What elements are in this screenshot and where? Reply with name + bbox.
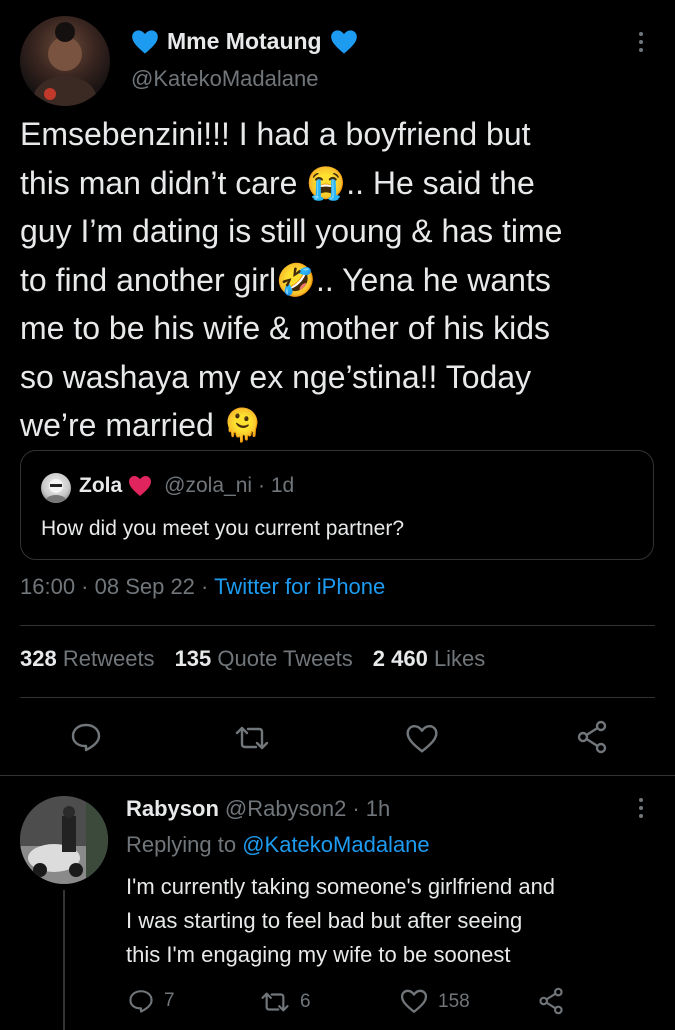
quote-time: · 1d — [258, 474, 295, 497]
likes-stat[interactable]: 2 460 Likes — [373, 646, 486, 672]
likes-label: Likes — [433, 646, 486, 671]
quoted-tweet-card[interactable]: Zola @zola_ni · 1d How did you meet you … — [20, 450, 654, 560]
author-avatar[interactable] — [20, 16, 110, 106]
retweets-label: Retweets — [62, 646, 155, 671]
reply-text: I'm currently taking someone's girlfrien… — [126, 874, 556, 967]
tweet-client-link[interactable]: Twitter for iPhone — [214, 574, 385, 599]
reply-action-reply[interactable]: 7 — [128, 988, 175, 1014]
replying-to-link[interactable]: @KatekoMadalane — [242, 832, 429, 857]
quotes-count: 135 — [174, 646, 212, 671]
reply-author-handle[interactable]: @Rabyson2 — [225, 796, 346, 822]
quote-author-handle: @zola_ni — [164, 474, 253, 497]
quote-author-name: Zola — [79, 474, 123, 497]
retweet-count: 6 — [300, 991, 311, 1012]
share-icon[interactable] — [538, 987, 564, 1015]
share-icon[interactable] — [576, 720, 608, 754]
author-name[interactable]: Mme Motaung — [167, 28, 322, 55]
divider — [20, 697, 655, 698]
quote-avatar[interactable] — [41, 473, 71, 503]
reply-author-avatar[interactable] — [20, 796, 108, 884]
retweets-count: 328 — [20, 646, 57, 671]
reply-author-name[interactable]: Rabyson — [126, 796, 219, 822]
quotes-label: Quote Tweets — [217, 646, 353, 671]
quote-tweets-stat[interactable]: 135 Quote Tweets — [175, 646, 353, 672]
tweet-timestamp: 16:00 · 08 Sep 22 · Twitter for iPhone — [20, 574, 385, 600]
author-handle[interactable]: @KatekoMadalane — [131, 66, 318, 92]
more-vertical-icon[interactable] — [637, 32, 645, 52]
divider — [20, 625, 655, 626]
divider — [0, 775, 675, 776]
retweet-icon[interactable] — [234, 724, 270, 752]
reply-action-retweet[interactable]: 6 — [260, 990, 311, 1014]
tweet-time: 16:00 · 08 Sep 22 · — [20, 574, 209, 599]
reply-count: 7 — [164, 990, 175, 1011]
more-vertical-icon[interactable] — [637, 798, 645, 818]
reply-time: · 1h — [352, 796, 391, 821]
replying-to-label: Replying to — [126, 832, 237, 857]
blue-heart-icon — [132, 29, 158, 54]
retweet-icon[interactable] — [260, 990, 290, 1014]
quote-text: How did you meet you current partner? — [41, 517, 405, 540]
thread-line — [63, 890, 65, 1030]
reply-icon[interactable] — [70, 722, 102, 752]
red-heart-icon — [129, 476, 152, 496]
likes-count: 2 460 — [372, 646, 428, 671]
like-icon[interactable] — [400, 989, 428, 1014]
reply-icon[interactable] — [128, 988, 154, 1014]
tweet-text: Emsebenzini!!! I had a boyfriend but thi… — [20, 116, 563, 443]
reply-action-like[interactable]: 158 — [400, 989, 470, 1014]
retweets-stat[interactable]: 328 Retweets — [20, 646, 155, 672]
like-icon[interactable] — [405, 724, 439, 754]
like-count: 158 — [438, 990, 470, 1012]
tweet-stats: 328 Retweets 135 Quote Tweets 2 460 Like… — [20, 646, 485, 672]
blue-heart-icon — [330, 29, 357, 54]
